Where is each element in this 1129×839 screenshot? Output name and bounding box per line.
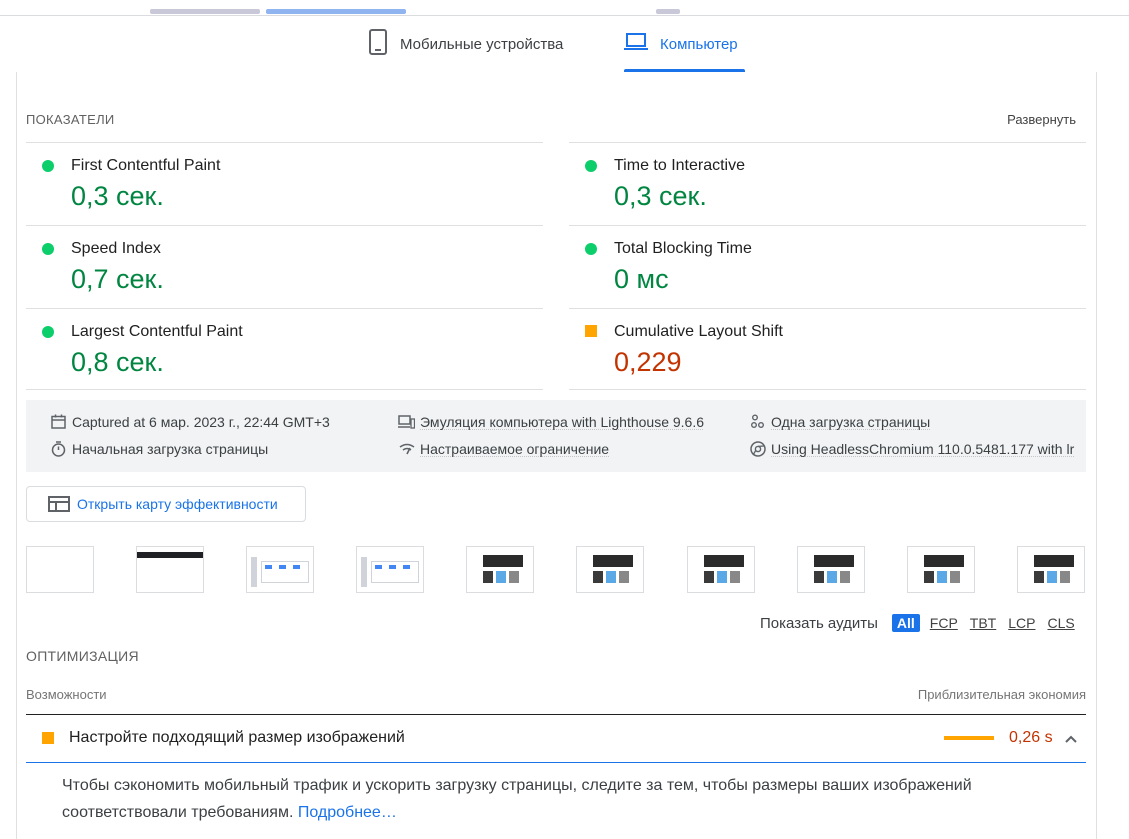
metric-value: 0 мс	[614, 264, 669, 294]
metric-tti: Time to Interactive 0,3 сек.	[569, 142, 1086, 225]
metric-value: 0,229	[614, 347, 682, 377]
throttling-text: Настраиваемое ограничение	[420, 440, 610, 457]
audit-filter: Показать аудиты All FCP TBT LCP CLS	[760, 614, 1077, 632]
timer-icon	[50, 440, 67, 457]
metrics-header: ПОКАЗАТЕЛИ Развернуть	[26, 112, 1076, 127]
pass-indicator-icon	[585, 160, 597, 172]
pass-indicator-icon	[42, 326, 54, 338]
metric-value: 0,3 сек.	[71, 181, 164, 211]
filmstrip-frame	[356, 546, 424, 593]
pass-indicator-icon	[42, 160, 54, 172]
column-savings: Приблизительная экономия	[917, 687, 1086, 702]
top-strip	[0, 0, 1129, 16]
metric-label: First Contentful Paint	[71, 157, 221, 174]
runtime-settings: Captured at 6 мар. 2023 г., 22:44 GMT+3 …	[26, 400, 1086, 472]
tab-desktop-label: Компьютер	[660, 35, 738, 53]
filter-chip-fcp[interactable]: FCP	[928, 614, 960, 632]
initial-load-text: Начальная загрузка страницы	[72, 440, 269, 457]
filmstrip-frame	[576, 546, 644, 593]
metric-label: Largest Contentful Paint	[71, 323, 243, 340]
divider	[569, 389, 1086, 390]
chrome-icon	[749, 440, 766, 457]
audit-description: Чтобы сэкономить мобильный трафик и уско…	[62, 772, 1072, 826]
metric-label: Time to Interactive	[614, 157, 746, 174]
metric-label: Speed Index	[71, 240, 161, 257]
metric-label: Total Blocking Time	[614, 240, 752, 257]
metrics-title: ПОКАЗАТЕЛИ	[26, 112, 115, 127]
chevron-up-icon[interactable]	[1064, 731, 1078, 749]
audit-savings: 0,26 s	[1009, 729, 1053, 746]
metric-value: 0,3 сек.	[614, 181, 707, 211]
initial-load-info: Начальная загрузка страницы	[50, 440, 390, 457]
savings-bar	[944, 736, 994, 740]
column-opportunity: Возможности	[26, 687, 107, 702]
metric-label: Cumulative Layout Shift	[614, 323, 783, 340]
open-treemap-button[interactable]: Открыть карту эффективности	[26, 486, 306, 522]
tab-mobile[interactable]: Мобильные устройства	[368, 16, 563, 72]
throttling-info[interactable]: Настраиваемое ограничение	[398, 440, 738, 457]
filter-chip-lcp[interactable]: LCP	[1006, 614, 1037, 632]
average-indicator-icon	[42, 732, 54, 744]
metric-fcp: First Contentful Paint 0,3 сек.	[26, 142, 543, 225]
filmstrip-frame	[26, 546, 94, 593]
learn-more-link[interactable]: Подробнее…	[298, 804, 397, 821]
clipped-text-fragment	[150, 9, 260, 14]
browser-text: Using HeadlessChromium 110.0.5481.177 wi…	[771, 440, 1075, 457]
opportunities-columns: Возможности Приблизительная экономия	[26, 687, 1086, 715]
single-load-info[interactable]: Одна загрузка страницы	[749, 413, 1079, 430]
filmstrip-frame	[246, 546, 314, 593]
filmstrip-frame	[797, 546, 865, 593]
device-tabs: Мобильные устройства Компьютер	[0, 16, 1129, 72]
audit-description-text: Чтобы сэкономить мобильный трафик и уско…	[62, 777, 972, 821]
devices-icon	[398, 413, 415, 430]
network-signal-icon	[398, 440, 415, 457]
pass-indicator-icon	[585, 243, 597, 255]
people-icon	[749, 413, 766, 430]
pass-indicator-icon	[42, 243, 54, 255]
divider	[26, 389, 543, 390]
filter-chip-tbt[interactable]: TBT	[968, 614, 998, 632]
single-load-text: Одна загрузка страницы	[771, 413, 931, 430]
open-treemap-label: Открыть карту эффективности	[77, 496, 278, 512]
metric-cls: Cumulative Layout Shift 0,229	[569, 308, 1086, 391]
expand-toggle[interactable]: Развернуть	[1007, 112, 1076, 127]
clipped-text-fragment	[656, 9, 680, 14]
audit-properly-size-images[interactable]: Настройте подходящий размер изображений …	[26, 715, 1086, 763]
metric-value: 0,8 сек.	[71, 347, 164, 377]
average-indicator-icon	[585, 325, 597, 337]
tab-mobile-label: Мобильные устройства	[400, 35, 564, 53]
captured-text: Captured at 6 мар. 2023 г., 22:44 GMT+3	[72, 413, 330, 430]
audit-filter-label: Показать аудиты	[760, 614, 878, 632]
filter-chip-all[interactable]: All	[891, 614, 920, 632]
metric-speed-index: Speed Index 0,7 сек.	[26, 225, 543, 308]
emulation-info[interactable]: Эмуляция компьютера with Lighthouse 9.6.…	[398, 413, 738, 430]
metric-value: 0,7 сек.	[71, 264, 164, 294]
tab-desktop[interactable]: Компьютер	[624, 16, 745, 72]
calendar-icon	[50, 413, 67, 430]
laptop-icon	[624, 32, 648, 56]
audit-title: Настройте подходящий размер изображений	[69, 729, 405, 746]
filmstrip-frame	[907, 546, 975, 593]
emulation-text: Эмуляция компьютера with Lighthouse 9.6.…	[420, 413, 705, 430]
clipped-link-fragment	[266, 9, 406, 14]
captured-info: Captured at 6 мар. 2023 г., 22:44 GMT+3	[50, 413, 390, 430]
metric-lcp: Largest Contentful Paint 0,8 сек.	[26, 308, 543, 391]
opportunities-title: ОПТИМИЗАЦИЯ	[26, 648, 139, 664]
treemap-icon	[48, 496, 70, 512]
filmstrip-frame	[1017, 546, 1085, 593]
browser-info[interactable]: Using HeadlessChromium 110.0.5481.177 wi…	[749, 440, 1086, 457]
filter-chip-cls[interactable]: CLS	[1045, 614, 1076, 632]
filmstrip-frame	[466, 546, 534, 593]
metric-tbt: Total Blocking Time 0 мс	[569, 225, 1086, 308]
filmstrip-frame	[687, 546, 755, 593]
filmstrip-frame	[136, 546, 204, 593]
smartphone-icon	[368, 29, 388, 59]
